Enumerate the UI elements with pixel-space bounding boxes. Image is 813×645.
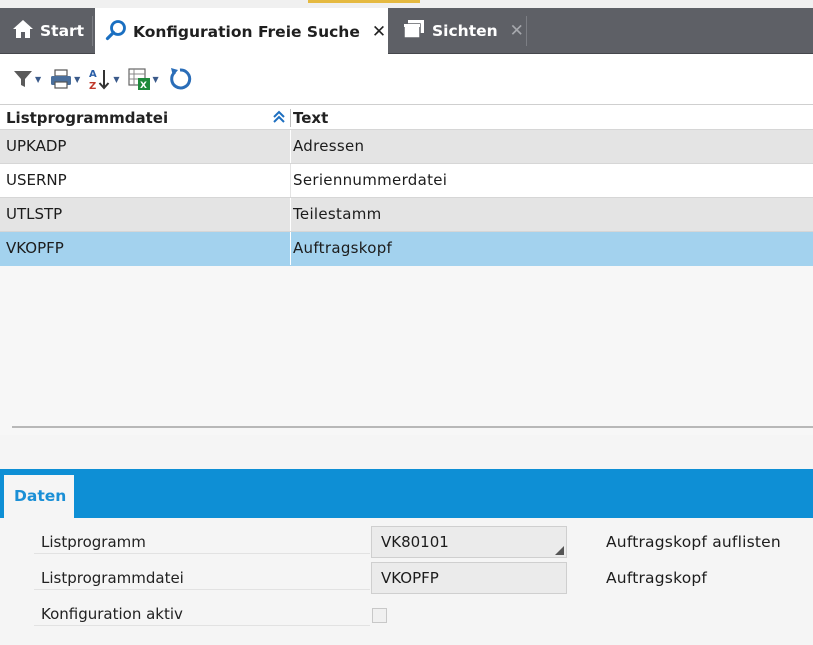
cell-text: Adressen: [293, 137, 365, 155]
tab-separator: [92, 16, 93, 46]
sort-button[interactable]: A Z ▼: [88, 64, 119, 94]
listprogramm-value: VK80101: [381, 533, 449, 551]
print-icon: [49, 68, 73, 90]
cell-listprogrammdatei: USERNP: [6, 171, 67, 189]
splitter-handle[interactable]: [12, 426, 813, 428]
toolbar: ▼ ▼ A Z ▼ X ▼: [0, 54, 813, 105]
cell-listprogrammdatei: UTLSTP: [6, 205, 63, 223]
search-icon: [105, 19, 127, 45]
field-label-listprogramm: Listprogramm: [34, 518, 370, 554]
table-row[interactable]: UPKADP Adressen: [0, 130, 813, 164]
field-row-listprogramm: Listprogramm VK80101 Auftragskopf auflis…: [0, 518, 813, 558]
field-label-konfiguration-aktiv: Konfiguration aktiv: [34, 590, 370, 626]
cell-divider: [290, 130, 291, 163]
sort-az-icon: A Z: [88, 67, 112, 91]
cell-divider: [290, 232, 291, 265]
top-strip: [0, 0, 813, 8]
excel-export-button[interactable]: X ▼: [127, 64, 159, 94]
cell-listprogrammdatei: VKOPFP: [6, 239, 64, 257]
field-label-listprogrammdatei: Listprogrammdatei: [34, 554, 370, 590]
column-divider[interactable]: [290, 109, 291, 127]
tab-konfiguration-label: Konfiguration Freie Suche: [133, 22, 360, 41]
listprogrammdatei-value: VKOPFP: [381, 569, 439, 587]
field-row-listprogrammdatei: Listprogrammdatei VKOPFP Auftragskopf: [0, 554, 813, 594]
top-accent-bar: [308, 0, 420, 3]
home-icon: [12, 19, 34, 43]
close-icon[interactable]: ✕: [372, 22, 386, 42]
cell-listprogrammdatei: UPKADP: [6, 137, 67, 155]
field-row-konfiguration-aktiv: Konfiguration aktiv: [0, 590, 813, 626]
konfiguration-aktiv-checkbox[interactable]: [372, 608, 387, 623]
svg-text:X: X: [140, 81, 147, 91]
tab-separator: [526, 16, 527, 46]
column-header-listprogrammdatei[interactable]: Listprogrammdatei: [6, 105, 290, 130]
tab-konfiguration-freie-suche[interactable]: Konfiguration Freie Suche ✕: [95, 8, 388, 55]
chevron-down-icon: ▼: [35, 74, 42, 84]
grid-header: Listprogrammdatei Text: [0, 105, 813, 130]
refresh-button[interactable]: [167, 64, 193, 94]
chevron-down-icon: ▼: [152, 74, 159, 84]
table-row[interactable]: UTLSTP Teilestamm: [0, 198, 813, 232]
excel-export-icon: X: [127, 67, 151, 91]
filter-icon: [12, 68, 34, 90]
svg-text:A: A: [89, 69, 97, 80]
chevron-down-icon: ▼: [113, 74, 120, 84]
cell-divider: [290, 164, 291, 197]
detail-tab-bar: Daten: [0, 469, 813, 518]
close-icon[interactable]: ✕: [510, 21, 524, 41]
grid-rows: UPKADP Adressen USERNP Seriennummerdatei…: [0, 130, 813, 266]
tab-start[interactable]: Start: [0, 8, 92, 54]
cell-text: Teilestamm: [293, 205, 382, 223]
chevron-down-icon: ▼: [74, 74, 81, 84]
filter-button[interactable]: ▼: [12, 64, 41, 94]
cell-divider: [290, 198, 291, 231]
column-header-text[interactable]: Text: [293, 105, 328, 130]
detail-form: Listprogramm VK80101 Auftragskopf auflis…: [0, 518, 813, 645]
tab-sichten[interactable]: Sichten ✕: [392, 8, 524, 54]
table-row[interactable]: USERNP Seriennummerdatei: [0, 164, 813, 198]
tab-bar: Start Konfiguration Freie Suche ✕ Sichte…: [0, 8, 813, 55]
windows-icon: [402, 19, 426, 43]
cell-text: Auftragskopf: [293, 239, 393, 257]
data-grid: Listprogrammdatei Text UPKADP Adressen U…: [0, 105, 813, 435]
table-row-selected[interactable]: VKOPFP Auftragskopf: [0, 232, 813, 266]
tab-sichten-label: Sichten: [432, 22, 498, 40]
sort-ascending-icon[interactable]: [272, 109, 286, 129]
refresh-icon: [167, 66, 193, 92]
print-button[interactable]: ▼: [49, 64, 80, 94]
svg-text:Z: Z: [89, 81, 96, 91]
tab-daten[interactable]: Daten: [4, 475, 74, 518]
tab-start-label: Start: [40, 22, 85, 40]
cell-text: Seriennummerdatei: [293, 171, 448, 189]
